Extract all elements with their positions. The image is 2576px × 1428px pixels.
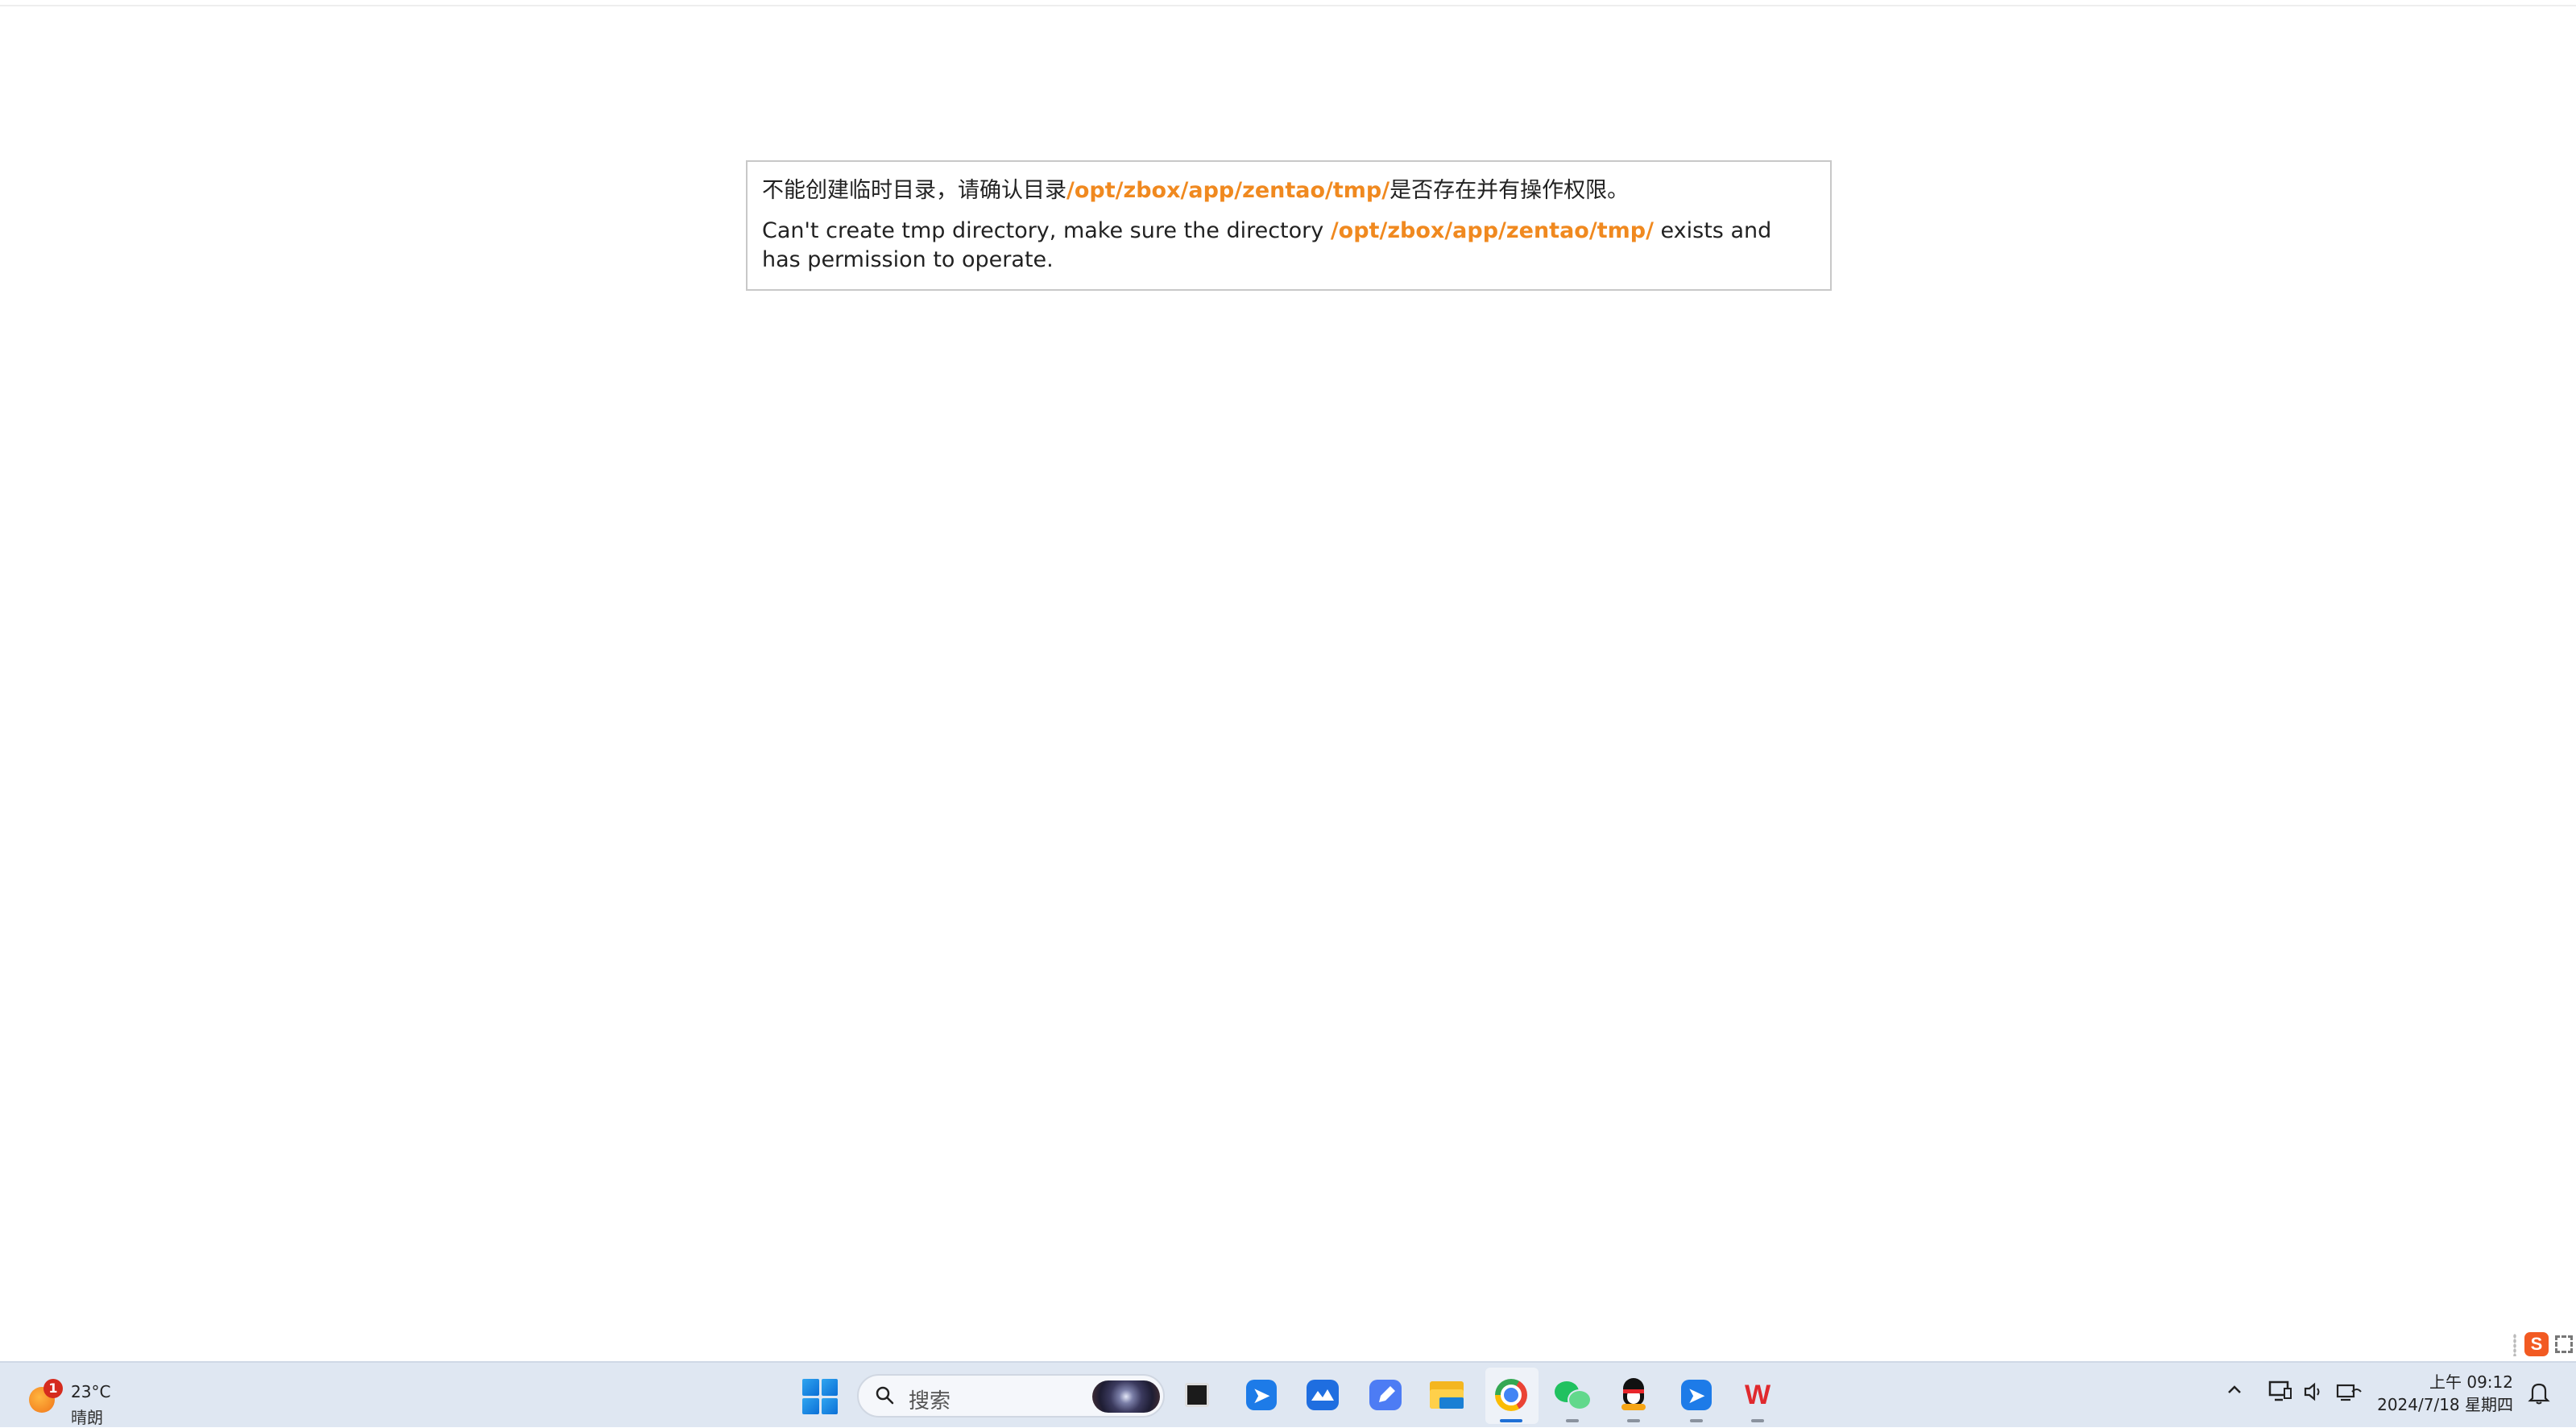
search-placeholder: 搜索 [909,1389,951,1414]
lark-icon[interactable] [1303,1376,1342,1414]
network-icon[interactable] [2336,1380,2362,1408]
feishu-docs-icon[interactable] [1366,1376,1405,1414]
top-divider [0,5,2576,6]
taskbar: 1 23°C 晴朗 搜索 ➤ ➤ W 上午 09:12 2024/7/18 星期… [0,1361,2576,1427]
error-message-box: 不能创建临时目录，请确认目录/opt/zbox/app/zentao/tmp/是… [746,160,1832,291]
clock-date: 2024/7/18 星期四 [2377,1395,2513,1414]
error-path-en: /opt/zbox/app/zentao/tmp/ [1330,218,1654,243]
search-icon [876,1386,894,1405]
dingtalk-icon[interactable]: ➤ [1242,1376,1281,1414]
folder-icon[interactable] [1427,1376,1466,1414]
task-view-icon[interactable] [1178,1376,1216,1414]
windows-start-icon[interactable] [802,1379,838,1414]
error-message-zh: 不能创建临时目录，请确认目录/opt/zbox/app/zentao/tmp/是… [762,178,1630,203]
error-path-zh: /opt/zbox/app/zentao/tmp/ [1066,178,1390,203]
sogou-ime-icon[interactable]: S [2524,1332,2549,1356]
expand-icon[interactable] [2555,1335,2573,1353]
weather-condition: 晴朗 [71,1408,103,1427]
wechat-icon[interactable] [1553,1376,1592,1422]
clock-time: 上午 09:12 [2429,1372,2513,1392]
clock[interactable]: 上午 09:12 2024/7/18 星期四 [2376,1371,2513,1416]
dingtalk-icon[interactable]: ➤ [1677,1376,1716,1422]
chrome-icon[interactable] [1492,1376,1530,1422]
active-indicator [1500,1419,1522,1422]
volume-icon[interactable] [2302,1380,2325,1408]
notification-bell-icon[interactable] [2528,1380,2550,1409]
running-indicator [1690,1419,1703,1422]
error-message-en: Can't create tmp directory, make sure th… [762,218,1772,272]
weather-temperature: 23°C [71,1382,111,1401]
chevron-up-icon[interactable] [2225,1380,2244,1405]
floating-side-widget: S [2507,1329,2576,1361]
wps-icon[interactable]: W [1738,1376,1777,1422]
display-icon[interactable] [2268,1380,2292,1408]
running-indicator [1627,1419,1640,1422]
taskbar-search[interactable]: 搜索 [857,1374,1165,1418]
qq-icon[interactable] [1614,1376,1653,1422]
running-indicator [1566,1419,1579,1422]
running-indicator [1751,1419,1764,1422]
weather-widget[interactable]: 1 23°C 晴朗 [26,1372,122,1427]
weather-badge: 1 [43,1379,63,1398]
drag-handle[interactable] [2513,1334,2516,1356]
search-highlight-image[interactable] [1092,1380,1160,1413]
